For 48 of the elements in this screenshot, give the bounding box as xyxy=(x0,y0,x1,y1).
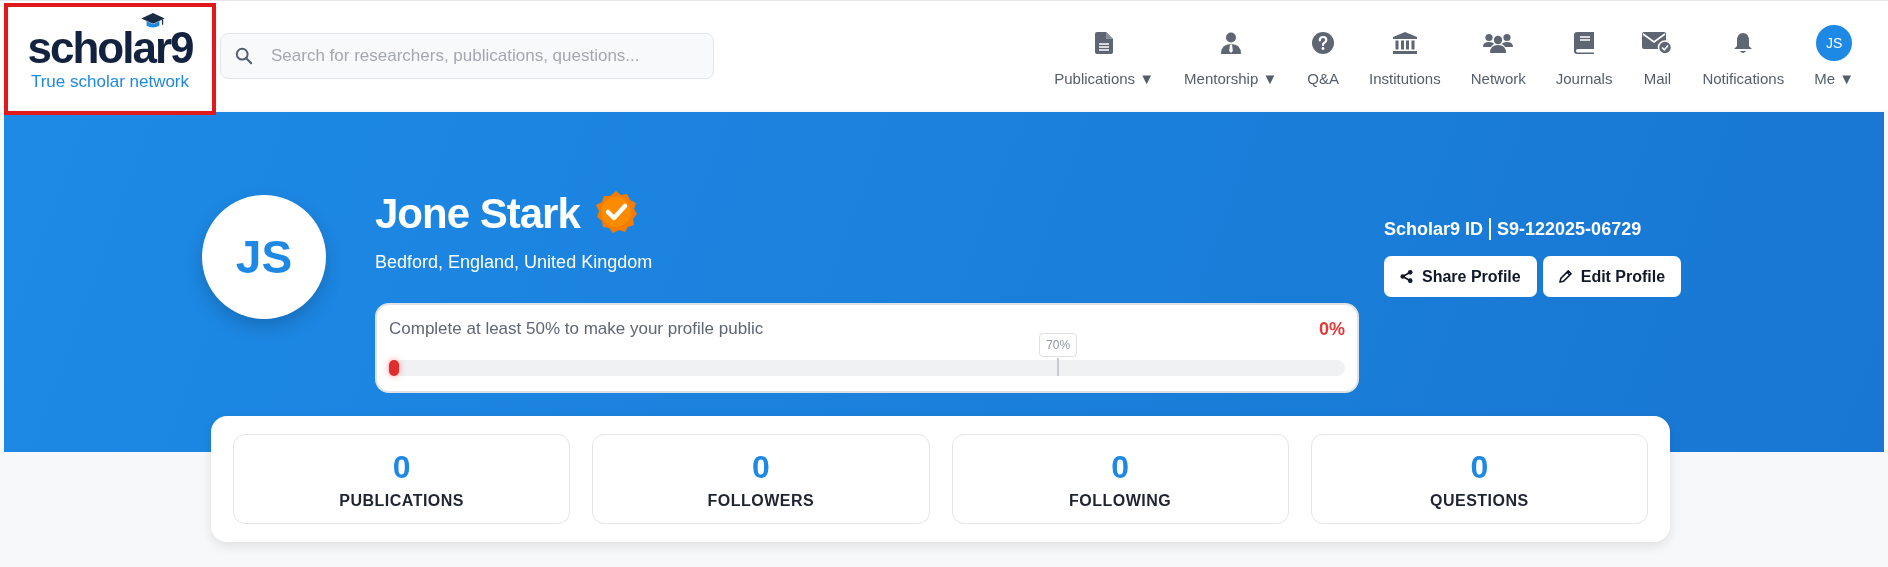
book-icon xyxy=(1574,31,1595,54)
stat-tile[interactable]: 0 FOLLOWERS xyxy=(592,434,930,524)
nav-item[interactable]: Notifications xyxy=(1690,24,1797,87)
nav-item[interactable]: Journals xyxy=(1543,24,1625,87)
building-columns-icon xyxy=(1392,31,1417,54)
logo-wordmark: scholar9 xyxy=(27,25,193,70)
nav-item[interactable]: Mentorship ▼ xyxy=(1172,24,1290,87)
stat-label: FOLLOWERS xyxy=(707,491,815,510)
nav-item[interactable]: Institutions xyxy=(1357,24,1453,87)
stat-tile[interactable]: 0 PUBLICATIONS xyxy=(233,434,571,524)
completion-percent: 0% xyxy=(1319,319,1345,340)
share-icon xyxy=(1400,270,1413,283)
completion-message: Complete at least 50% to make your profile public xyxy=(389,319,764,340)
profile-name: Jone Stark xyxy=(375,190,580,238)
stat-count: 0 xyxy=(1470,448,1489,486)
search-field[interactable]: Search for researchers, publications, questions... xyxy=(220,32,714,79)
person-tie-icon xyxy=(1219,31,1242,54)
stat-count: 0 xyxy=(1111,448,1129,486)
target-marker-label: 70% xyxy=(1039,333,1078,357)
nav-item[interactable]: Q&A xyxy=(1295,24,1351,87)
stat-label: PUBLICATIONS xyxy=(339,491,465,510)
help-icon xyxy=(1312,31,1335,54)
profile-avatar: JS xyxy=(202,195,326,319)
envelope-check-icon xyxy=(1642,31,1673,54)
bell-icon xyxy=(1733,31,1754,54)
profile-location: Bedford, England, United Kingdom xyxy=(375,252,654,273)
stat-label: QUESTIONS xyxy=(1430,491,1529,510)
user-avatar: JS xyxy=(1816,24,1853,61)
nav-item[interactable]: Publications ▼ xyxy=(1042,24,1167,87)
edit-profile-button[interactable]: Edit Profile xyxy=(1542,256,1682,297)
graduation-cap-icon xyxy=(139,11,166,29)
id-value: S9-122025-06729 xyxy=(1497,218,1642,240)
target-marker-line xyxy=(1057,358,1060,376)
people-group-icon xyxy=(1483,32,1514,53)
stat-tile[interactable]: 0 QUESTIONS xyxy=(1310,434,1648,524)
stat-count: 0 xyxy=(751,448,770,486)
stat-count: 0 xyxy=(392,448,411,486)
id-label: Scholar9 ID xyxy=(1384,218,1484,240)
pencil-icon xyxy=(1558,270,1572,283)
nav-item[interactable]: JS Me ▼ xyxy=(1802,24,1866,87)
nav-item[interactable]: Mail xyxy=(1630,24,1685,87)
logo-box[interactable]: scholar9 True scholar network xyxy=(4,2,216,115)
nav-item[interactable]: Network xyxy=(1458,24,1538,87)
stat-label: FOLLOWING xyxy=(1069,491,1172,510)
share-profile-button[interactable]: Share Profile xyxy=(1384,256,1537,297)
stat-tile[interactable]: 0 FOLLOWING xyxy=(951,434,1289,524)
logo-tagline: True scholar network xyxy=(30,71,190,92)
document-icon xyxy=(1095,31,1114,54)
